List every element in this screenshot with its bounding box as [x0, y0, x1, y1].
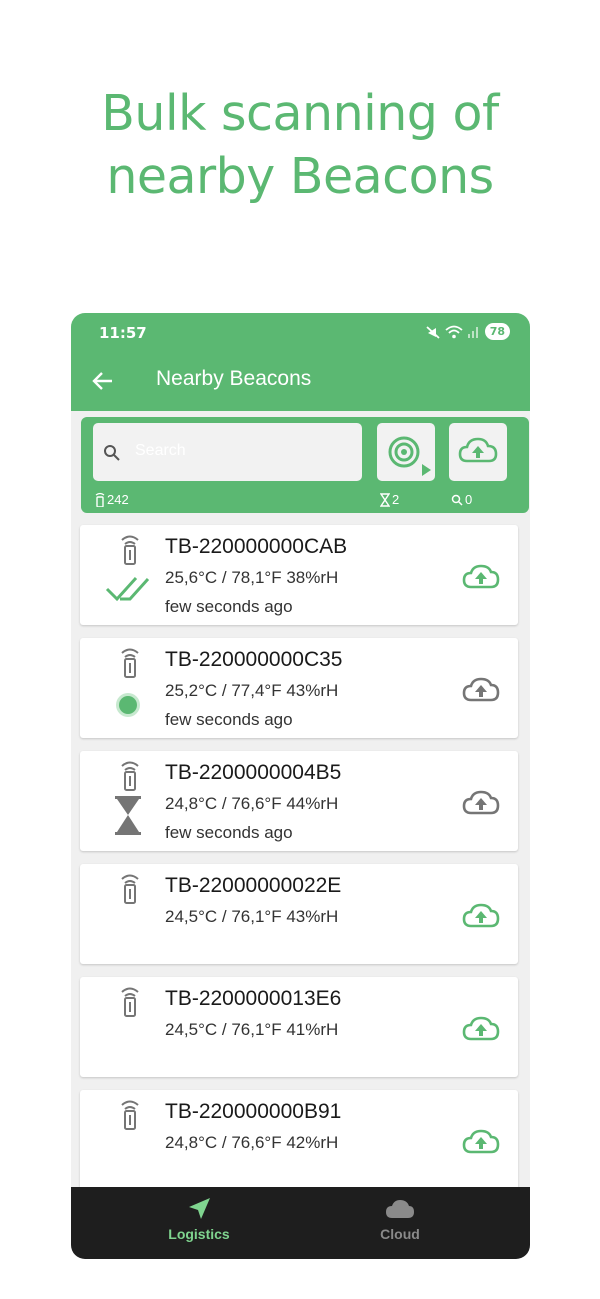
wifi-icon: [445, 325, 463, 338]
back-arrow-icon[interactable]: [90, 367, 118, 395]
nav-tab-cloud[interactable]: Cloud: [340, 1197, 460, 1242]
beacon-card[interactable]: TB-220000000B91 24,8°C / 76,6°F 42%rH: [80, 1090, 518, 1190]
nav-tab-logistics[interactable]: Logistics: [139, 1197, 259, 1242]
beacon-reading: 24,5°C / 76,1°F 43%rH: [165, 907, 339, 926]
cloud-upload-icon[interactable]: [462, 1128, 500, 1156]
beacon-small-icon: [95, 492, 105, 507]
cloud-upload-icon: [458, 437, 498, 463]
status-icons: 78: [425, 323, 510, 340]
page-title: Nearby Beacons: [156, 367, 312, 390]
beacon-card[interactable]: TB-220000000C35 25,2°C / 77,4°F 43%rH fe…: [80, 638, 518, 738]
signal-icon: [467, 326, 478, 338]
beacon-icon: [121, 874, 139, 904]
beacon-name: TB-2200000013E6: [165, 987, 342, 1010]
beacon-reading: 25,6°C / 78,1°F 38%rH: [165, 568, 339, 587]
mute-icon: [426, 325, 440, 339]
nav-label-cloud: Cloud: [380, 1226, 420, 1242]
search-small-icon: [451, 494, 463, 506]
scan-button[interactable]: [377, 423, 435, 481]
beacon-reading: 25,2°C / 77,4°F 43%rH: [165, 681, 339, 700]
headline-line-1: Bulk scanning of: [101, 85, 499, 142]
cloud-upload-icon[interactable]: [462, 902, 500, 930]
search-input[interactable]: Search: [93, 423, 362, 481]
beacon-icon: [121, 648, 139, 678]
beacon-card[interactable]: TB-220000000CAB 25,6°C / 78,1°F 38%rH fe…: [80, 525, 518, 625]
beacon-icon: [121, 535, 139, 565]
hourglass-small-icon: [380, 492, 390, 507]
upload-all-button[interactable]: [449, 423, 507, 481]
hourglass-icon: [115, 796, 141, 835]
search-result-counter: 0: [451, 492, 472, 507]
beacon-name: TB-220000000C35: [165, 648, 343, 671]
promo-headline: Bulk scanning of nearby Beacons: [0, 82, 600, 208]
battery-indicator: 78: [484, 323, 510, 340]
headline-line-2: nearby Beacons: [106, 148, 494, 205]
beacon-card[interactable]: TB-2200000004B5 24,8°C / 76,6°F 44%rH fe…: [80, 751, 518, 851]
beacon-name: TB-220000000CAB: [165, 535, 348, 558]
cloud-upload-icon[interactable]: [462, 563, 500, 591]
scan-toolbar: Search 242 2 0: [81, 417, 529, 513]
beacon-card[interactable]: TB-2200000013E6 24,5°C / 76,1°F 41%rH: [80, 977, 518, 1077]
beacon-count: 242: [107, 492, 129, 507]
cloud-icon: [386, 1200, 414, 1218]
beacon-name: TB-2200000004B5: [165, 761, 342, 784]
scan-radar-icon: [388, 436, 431, 476]
search-icon: [104, 445, 120, 461]
beacon-name: TB-220000000B91: [165, 1100, 342, 1123]
cloud-upload-icon[interactable]: [462, 676, 500, 704]
pending-counter: 2: [380, 492, 399, 507]
double-check-icon: [105, 576, 150, 602]
beacon-last-seen: few seconds ago: [165, 823, 293, 842]
beacon-reading: 24,8°C / 76,6°F 42%rH: [165, 1133, 339, 1152]
status-bar: 11:57 78: [71, 313, 530, 353]
navigation-arrow-icon: [189, 1198, 210, 1219]
bottom-navigation: Logistics Cloud: [71, 1187, 530, 1259]
beacon-reading: 24,8°C / 76,6°F 44%rH: [165, 794, 339, 813]
beacon-last-seen: few seconds ago: [165, 597, 293, 616]
pending-count: 2: [392, 492, 400, 507]
active-dot-icon: [116, 693, 140, 717]
cloud-upload-icon[interactable]: [462, 789, 500, 817]
beacon-reading: 24,5°C / 76,1°F 41%rH: [165, 1020, 339, 1039]
phone-screen: 11:57 78 Nearby Beacons Search 242 2 0 T…: [71, 313, 530, 1259]
beacon-icon: [121, 1100, 139, 1130]
beacon-icon: [121, 987, 139, 1017]
beacon-name: TB-22000000022E: [165, 874, 342, 897]
cloud-upload-icon[interactable]: [462, 1015, 500, 1043]
status-time: 11:57: [99, 324, 147, 342]
app-bar: Nearby Beacons: [71, 353, 530, 411]
search-count: 0: [465, 492, 473, 507]
nav-label-logistics: Logistics: [168, 1226, 230, 1242]
beacon-counter: 242: [95, 492, 129, 507]
beacon-last-seen: few seconds ago: [165, 710, 293, 729]
search-placeholder: Search: [135, 442, 186, 459]
beacon-card[interactable]: TB-22000000022E 24,5°C / 76,1°F 43%rH: [80, 864, 518, 964]
beacon-icon: [121, 761, 139, 791]
